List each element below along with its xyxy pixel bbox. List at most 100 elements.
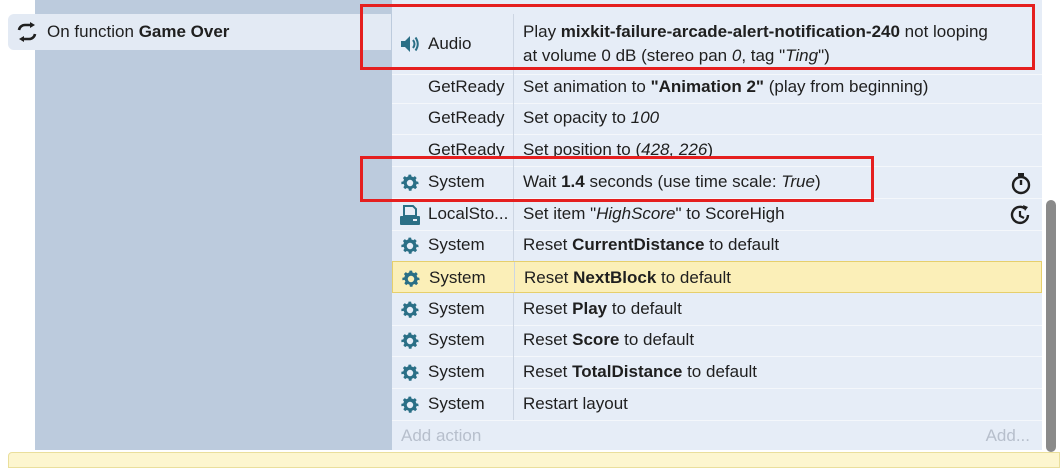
action-row-reset-currentdistance[interactable]: System Reset CurrentDistance to default: [392, 229, 1042, 262]
action-description: Play mixkit-failure-arcade-alert-notific…: [523, 20, 988, 68]
action-object: System: [428, 362, 485, 381]
function-loop-icon: [16, 22, 38, 42]
action-description: Set animation to "Animation 2" (play fro…: [523, 77, 928, 97]
text-not-looping: not looping: [899, 22, 988, 41]
action-description: Reset Play to default: [523, 299, 682, 319]
desc-pre: Set position to (: [523, 140, 642, 159]
action-description: Reset Score to default: [523, 330, 694, 350]
text-play: Play: [523, 22, 561, 41]
gear-icon: [399, 362, 421, 384]
action-description: Reset NextBlock to default: [524, 268, 731, 288]
variable-name: Score: [572, 330, 620, 349]
condition-function-game-over[interactable]: On function Game Over: [8, 14, 391, 50]
gear-icon: [399, 235, 421, 257]
pan-value: 0: [731, 46, 742, 65]
action-row-set-opacity[interactable]: GetReady Set opacity to 100: [392, 102, 1042, 135]
variable-name: TotalDistance: [572, 362, 683, 381]
desc-post: ): [707, 140, 713, 159]
action-object: System: [428, 172, 485, 191]
local-storage-icon: [399, 204, 421, 226]
stopwatch-icon: [1009, 171, 1033, 195]
action-row-restart-layout[interactable]: System Restart layout: [392, 388, 1042, 421]
action-row-reset-play[interactable]: System Reset Play to default: [392, 293, 1042, 326]
add-action-link[interactable]: Add action: [401, 426, 481, 446]
variable-name: NextBlock: [573, 268, 657, 287]
desc-mid: seconds (use time scale:: [584, 172, 782, 191]
gear-icon: [399, 394, 421, 416]
desc-post: to default: [619, 330, 695, 349]
action-row-set-animation[interactable]: GetReady Set animation to "Animation 2" …: [392, 71, 1042, 104]
column-divider: [513, 198, 514, 230]
action-description: Set item "HighScore" to ScoreHigh: [523, 204, 785, 224]
text-tag: , tag ": [741, 46, 786, 65]
action-description: Wait 1.4 seconds (use time scale: True): [523, 172, 821, 192]
action-object: GetReady: [428, 108, 505, 127]
action-row-set-position[interactable]: GetReady Set position to (428, 226): [392, 134, 1042, 167]
animation-name: "Animation 2": [650, 77, 764, 96]
action-object: System: [428, 394, 485, 413]
desc-post: ): [814, 172, 821, 191]
desc-post: (play from beginning): [763, 77, 929, 96]
function-name: Game Over: [138, 22, 230, 41]
actions-column: Audio Play mixkit-failure-arcade-alert-n…: [392, 0, 1042, 450]
column-divider: [514, 262, 515, 292]
audio-file-name: mixkit-failure-arcade-alert-notification…: [560, 22, 900, 41]
column-divider: [513, 166, 514, 198]
tag-value: Ting: [785, 46, 819, 65]
gear-icon: [400, 268, 422, 290]
desc-post: to default: [656, 268, 731, 287]
action-object: GetReady: [428, 140, 505, 159]
action-object: LocalSto...: [428, 204, 509, 223]
action-row-reset-score[interactable]: System Reset Score to default: [392, 324, 1042, 357]
action-description: Reset CurrentDistance to default: [523, 235, 779, 255]
column-divider: [513, 134, 514, 166]
time-scale-value: True: [781, 172, 815, 191]
key-name: HighScore: [596, 204, 676, 223]
action-description: Reset TotalDistance to default: [523, 362, 757, 382]
action-object: System: [428, 299, 485, 318]
desc-pre: Reset: [523, 330, 573, 349]
wait-seconds: 1.4: [561, 172, 585, 191]
desc-pre: Wait: [523, 172, 562, 191]
action-row-reset-nextblock[interactable]: System Reset NextBlock to default: [392, 261, 1042, 293]
action-description: Set opacity to 100: [523, 108, 659, 128]
scrollbar-thumb[interactable]: [1046, 200, 1056, 452]
desc-post: to default: [704, 235, 780, 254]
gear-icon: [399, 299, 421, 321]
variable-name: CurrentDistance: [572, 235, 705, 254]
column-divider: [513, 71, 514, 103]
desc-pre: Set item ": [523, 204, 597, 223]
async-clock-icon: [1009, 203, 1033, 227]
desc-pre: Reset: [523, 362, 573, 381]
column-divider: [513, 388, 514, 420]
condition-text: On function Game Over: [47, 22, 229, 42]
action-row-localstorage-set-item[interactable]: LocalSto... Set item "HighScore" to Scor…: [392, 198, 1042, 231]
condition-prefix: On function: [47, 22, 134, 41]
column-divider: [513, 356, 514, 388]
next-event-block[interactable]: [8, 452, 1060, 468]
opacity-value: 100: [630, 108, 660, 127]
action-description: Set position to (428, 226): [523, 140, 713, 160]
condition-column: [35, 0, 392, 450]
variable-name: Play: [572, 299, 608, 318]
desc-post: to default: [607, 299, 682, 318]
action-object: Audio: [428, 34, 472, 53]
action-row-audio-play[interactable]: Audio Play mixkit-failure-arcade-alert-n…: [392, 14, 1042, 75]
desc-pre: Reset: [523, 235, 573, 254]
position-value: 428, 226: [641, 140, 708, 159]
action-row-reset-totaldistance[interactable]: System Reset TotalDistance to default: [392, 356, 1042, 389]
action-row-system-wait[interactable]: System Wait 1.4 seconds (use time scale:…: [392, 166, 1042, 199]
desc-post: to default: [682, 362, 758, 381]
gear-icon: [399, 330, 421, 352]
action-object: System: [428, 235, 485, 254]
desc-pre: Reset: [524, 268, 574, 287]
column-divider: [513, 229, 514, 261]
column-divider: [513, 102, 514, 134]
action-object: System: [428, 330, 485, 349]
add-more-link[interactable]: Add...: [986, 426, 1030, 446]
text-volume: at volume 0 dB (stereo pan: [523, 46, 732, 65]
desc-pre: Set animation to: [523, 77, 651, 96]
column-divider: [513, 14, 514, 74]
action-object: GetReady: [428, 77, 505, 96]
action-description: Restart layout: [523, 394, 628, 413]
